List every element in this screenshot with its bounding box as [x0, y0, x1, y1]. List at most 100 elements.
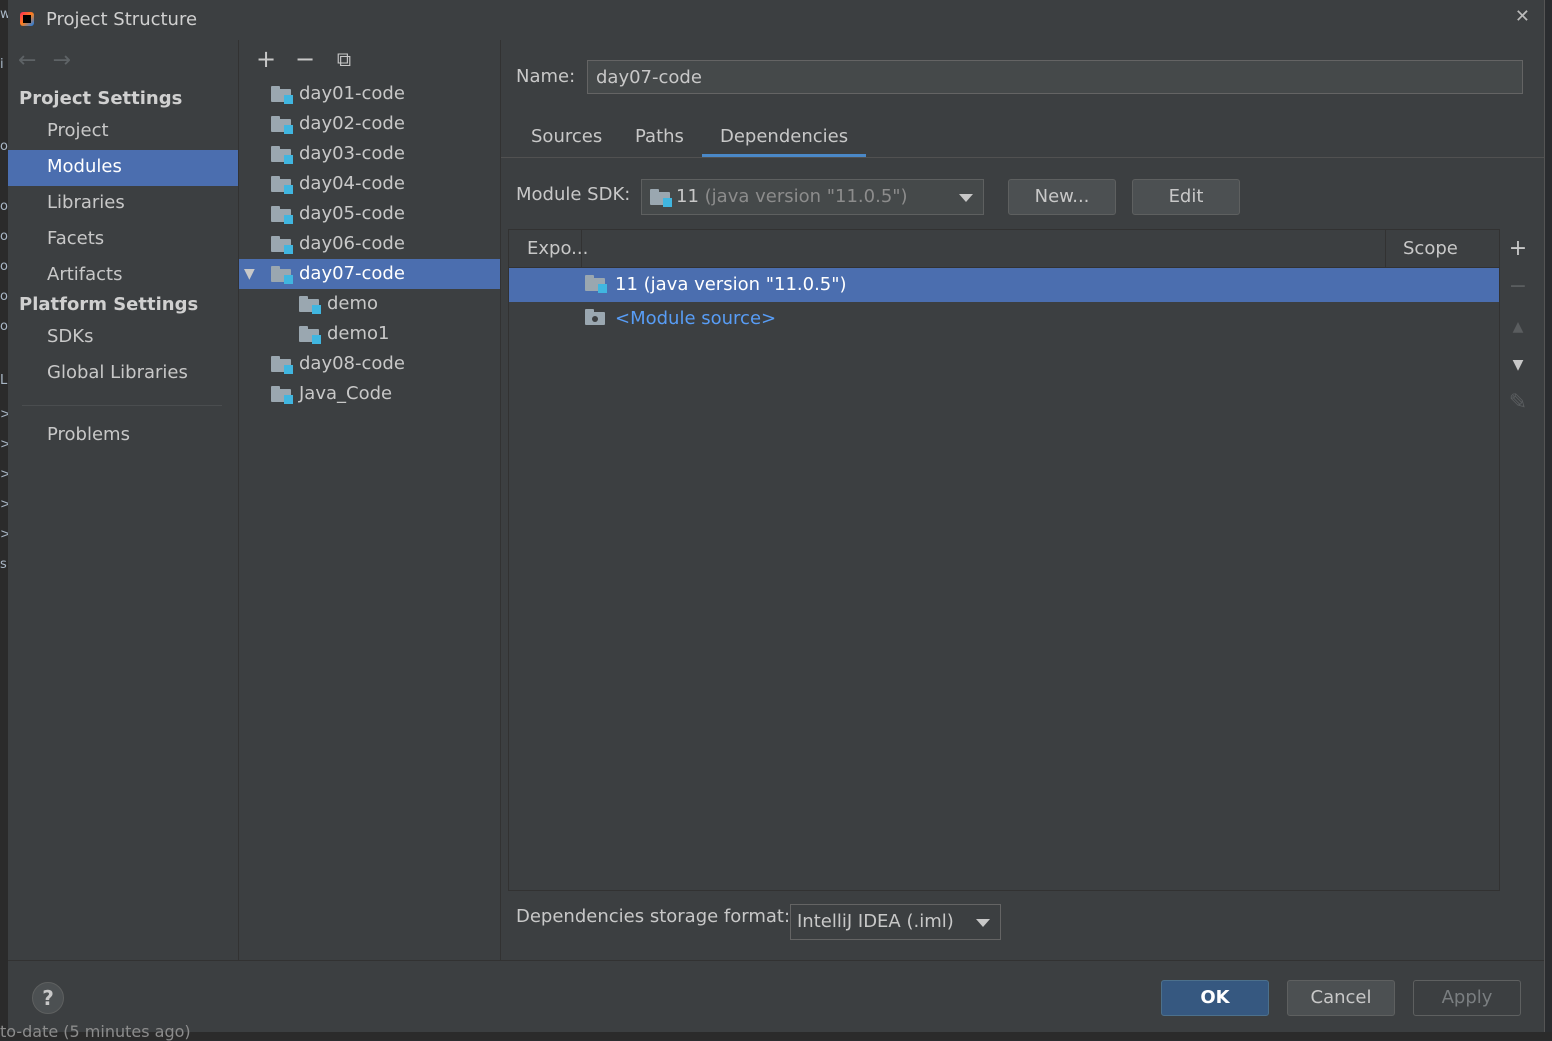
module-folder-icon — [299, 296, 321, 314]
name-label: Name: — [516, 66, 576, 87]
close-icon[interactable]: ✕ — [1515, 6, 1530, 27]
ide-edge-char: > — [0, 527, 11, 542]
dependency-name: 11 (java version "11.0.5") — [615, 274, 847, 295]
new-sdk-button[interactable]: New... — [1008, 179, 1116, 215]
ok-button[interactable]: OK — [1161, 980, 1269, 1016]
column-divider — [581, 230, 582, 267]
ide-edge-char: o — [0, 139, 8, 154]
ide-status-text: to-date (5 minutes ago) — [0, 1022, 191, 1041]
sidebar-item-artifacts[interactable]: Artifacts — [8, 258, 238, 294]
edit-sdk-button[interactable]: Edit — [1132, 179, 1240, 215]
module-tree-label: day07-code — [299, 263, 405, 284]
ide-edge-char: L — [0, 373, 8, 388]
module-tree-item[interactable]: day04-code — [239, 169, 500, 199]
module-folder-icon — [271, 176, 293, 194]
module-tree-item[interactable]: day06-code — [239, 229, 500, 259]
tab-paths[interactable]: Paths — [617, 122, 702, 158]
module-tree-label: day04-code — [299, 173, 405, 194]
jdk-folder-icon — [650, 189, 672, 207]
module-tree-item[interactable]: demo — [239, 289, 500, 319]
chevron-down-icon — [976, 919, 990, 927]
module-tree-item[interactable]: Java_Code — [239, 379, 500, 409]
module-tree-item[interactable]: demo1 — [239, 319, 500, 349]
module-source-folder-icon — [585, 309, 605, 325]
module-tree-label: day06-code — [299, 233, 405, 254]
ide-edge-char: > — [0, 437, 11, 452]
copy-module-icon[interactable]: ⧉ — [332, 44, 356, 74]
add-dependency-icon[interactable]: + — [1499, 231, 1537, 267]
sidebar-item-facets[interactable]: Facets — [8, 222, 238, 258]
sidebar-item-modules[interactable]: Modules — [8, 150, 238, 186]
module-sdk-dropdown[interactable]: 11 (java version "11.0.5") — [641, 179, 984, 215]
ide-edge-char: s — [0, 557, 7, 572]
back-arrow-icon[interactable]: ← — [18, 48, 36, 73]
move-up-icon[interactable]: ▲ — [1499, 309, 1537, 345]
ide-edge-char: o — [0, 259, 8, 274]
module-tree-label: day03-code — [299, 143, 405, 164]
module-tree-label: day08-code — [299, 353, 405, 374]
export-column-header[interactable]: Expo... — [527, 238, 588, 259]
storage-format-dropdown[interactable]: IntelliJ IDEA (.iml) — [790, 904, 1001, 940]
sidebar-item-libraries[interactable]: Libraries — [8, 186, 238, 222]
sidebar-item-project[interactable]: Project — [8, 114, 238, 150]
module-tree-item[interactable]: day01-code — [239, 79, 500, 109]
window-title: Project Structure — [46, 9, 198, 30]
add-module-icon[interactable]: + — [254, 44, 278, 74]
remove-module-icon[interactable]: − — [293, 44, 317, 74]
intellij-logo-icon — [20, 12, 34, 26]
module-folder-icon — [271, 356, 293, 374]
tab-dependencies[interactable]: Dependencies — [702, 122, 867, 158]
ide-edge-char: o — [0, 199, 8, 214]
table-row[interactable]: <Module source> — [509, 302, 1499, 336]
title-bar: Project Structure ✕ — [8, 0, 1544, 40]
dependencies-toolbar: + − ▲ ▼ ✎ — [1499, 229, 1537, 889]
module-folder-icon — [271, 146, 293, 164]
dependencies-table: Expo... Scope 11 (java version "11.0.5")… — [508, 229, 1500, 891]
module-sdk-label: Module SDK: — [516, 184, 631, 205]
module-folder-icon — [271, 86, 293, 104]
sidebar-divider — [22, 405, 222, 406]
ide-edge-char: o — [0, 319, 8, 334]
history-navigation: ← → — [18, 48, 87, 73]
module-tree-item[interactable]: day05-code — [239, 199, 500, 229]
move-down-icon[interactable]: ▼ — [1499, 347, 1537, 383]
chevron-down-icon — [959, 194, 973, 202]
sidebar-item-sdks[interactable]: SDKs — [8, 320, 238, 356]
help-icon[interactable]: ? — [32, 982, 64, 1014]
ide-edge-char: o — [0, 229, 8, 244]
ide-edge-char: > — [0, 467, 11, 482]
sidebar-item-global-libraries[interactable]: Global Libraries — [8, 356, 238, 392]
dependency-name: <Module source> — [615, 308, 777, 329]
apply-button[interactable]: Apply — [1413, 980, 1521, 1016]
module-tree-label: day01-code — [299, 83, 405, 104]
settings-sidebar: ← → Project Settings Project Modules Libr… — [8, 40, 239, 960]
module-tree-label: day05-code — [299, 203, 405, 224]
module-folder-icon — [271, 206, 293, 224]
scope-column-header[interactable]: Scope — [1403, 238, 1458, 259]
forward-arrow-icon[interactable]: → — [52, 48, 70, 73]
platform-settings-heading: Platform Settings — [19, 294, 199, 315]
ide-edge-char: > — [0, 497, 11, 512]
sdk-selected-value: 11 (java version "11.0.5") — [676, 186, 908, 207]
module-folder-icon — [299, 326, 321, 344]
module-tree-item[interactable]: day08-code — [239, 349, 500, 379]
column-divider — [1385, 230, 1386, 267]
sidebar-item-problems[interactable]: Problems — [8, 418, 238, 454]
expand-arrow-icon[interactable]: ▼ — [244, 259, 255, 289]
ide-status-edge: to-date (5 minutes ago) — [0, 1022, 1552, 1041]
table-row[interactable]: 11 (java version "11.0.5") — [509, 268, 1499, 302]
module-tree-item[interactable]: day03-code — [239, 139, 500, 169]
module-name-field[interactable] — [587, 60, 1523, 94]
cancel-button[interactable]: Cancel — [1287, 980, 1395, 1016]
remove-dependency-icon[interactable]: − — [1499, 269, 1537, 305]
module-tree-item[interactable]: ▼ day07-code — [239, 259, 500, 289]
edit-dependency-icon[interactable]: ✎ — [1499, 385, 1537, 421]
tab-sources[interactable]: Sources — [513, 122, 620, 158]
module-folder-icon — [271, 266, 293, 284]
module-folder-icon — [271, 236, 293, 254]
module-tree-label: Java_Code — [299, 383, 393, 404]
module-folder-icon — [271, 116, 293, 134]
module-tree-panel: + − ⧉ day01-code day02-code day03-code day0… — [239, 40, 501, 960]
module-tree-item[interactable]: day02-code — [239, 109, 500, 139]
tabs-underline — [501, 157, 1544, 158]
